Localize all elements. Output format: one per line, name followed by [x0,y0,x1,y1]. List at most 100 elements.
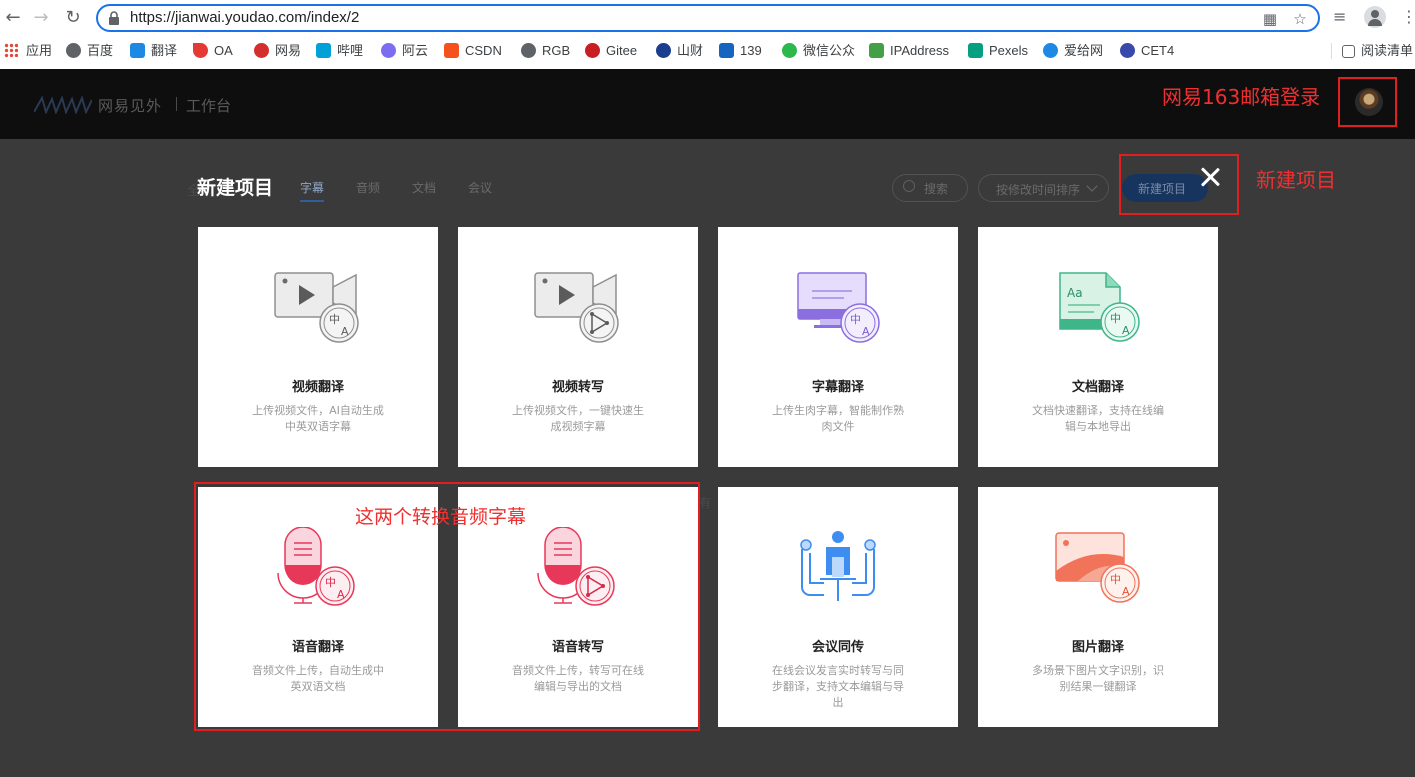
address-bar[interactable]: https://jianwai.youdao.com/index/2 ▦ ☆ [96,4,1320,32]
app-header: 网易见外 工作台 网易163邮箱登录 [0,69,1415,139]
bookmark-cet4[interactable]: CET4 [1120,41,1174,61]
card-title: 文档翻译 [1071,380,1124,395]
aliyun-icon [381,43,396,58]
background-text: 有 [699,496,712,510]
csdn-icon [444,43,459,58]
netease-icon [254,43,269,58]
svg-text:中: 中 [850,313,861,326]
card-title: 视频翻译 [291,380,344,395]
svg-text:A: A [1122,585,1130,598]
svg-text:中: 中 [329,313,340,326]
bookmark-apps[interactable]: 应用 [4,41,52,61]
image-translate-icon: 中 A [1055,532,1140,603]
bookmark-rgb[interactable]: RGB [521,41,570,61]
search-icon [903,180,915,192]
video-translate-icon: 中 A [274,272,359,343]
bookmark-shancai[interactable]: 山财 [656,41,703,61]
bookmark-star-icon[interactable]: ☆ [1292,11,1308,27]
globe-icon [521,43,536,58]
more-menu-icon[interactable]: ⋮ [1401,7,1415,27]
bookmark-baidu[interactable]: 百度 [66,41,113,61]
oa-icon [193,43,208,58]
tab-meeting[interactable]: 会议 [468,179,492,196]
card-description: 上传视频文件，AI自动生成中英双语字幕 [252,404,384,433]
tab-audio[interactable]: 音频 [356,179,380,196]
bookmark-aliyun[interactable]: 阿云 [381,41,428,61]
url-text: https://jianwai.youdao.com/index/2 [130,9,360,26]
card-meeting-interpret[interactable]: 会议同传 在线会议发言实时转写与同步翻译，支持文本编辑与导出 [718,487,958,727]
bookmark-csdn[interactable]: CSDN [444,41,502,61]
modal-title: 新建项目 [197,177,274,199]
bookmarks-bar: 应用 百度 翻译 OA 网易 哔哩 阿云 CSDN RGB Gitee 山财 1… [0,38,1415,64]
bookmark-aigei[interactable]: 爱给网 [1043,41,1103,61]
pexels-icon [968,43,983,58]
jianwai-logo-icon [34,96,92,114]
new-project-annotation: 新建项目 [1256,168,1336,192]
cet4-icon [1120,43,1135,58]
globe-icon [66,43,81,58]
meeting-interpret-icon [800,531,876,601]
card-description: 多场景下图片文字识别，识别结果一键翻译 [1032,664,1164,693]
document-translate-icon: Aa 中 A [1059,272,1140,342]
back-icon[interactable]: ← [2,7,24,29]
user-avatar[interactable] [1355,88,1383,116]
tab-document[interactable]: 文档 [412,179,436,196]
forward-icon[interactable]: → [30,7,52,29]
svg-text:中: 中 [1110,312,1121,325]
subtitle-translate-icon: 中 A [797,272,880,343]
chevron-down-icon [1086,180,1098,192]
bookmark-pexels[interactable]: Pexels [968,41,1028,61]
bookmark-139[interactable]: 139 [719,41,762,61]
card-description: 在线会议发言实时转写与同步翻译，支持文本编辑与导出 [772,664,904,709]
audio-annotation: 这两个转换音频字幕 [355,506,527,528]
search-input[interactable]: 搜索 [892,174,968,202]
svg-text:Aa: Aa [1067,286,1083,300]
workbench-link[interactable]: 工作台 [186,95,231,116]
close-icon[interactable] [1197,164,1223,190]
bookmark-fanyi[interactable]: 翻译 [130,41,177,61]
media-control-icon[interactable]: ≡ [1333,7,1346,27]
login-annotation-box [1338,77,1397,127]
card-description: 上传视频文件，一键快速生成视频字幕 [512,404,644,433]
card-subtitle-translate[interactable]: 中 A 字幕翻译 上传生肉字幕，智能制作熟肉文件 [718,227,958,467]
gitee-icon [585,43,600,58]
card-title: 字幕翻译 [811,380,864,395]
mail139-icon [719,43,734,58]
bookmark-gitee[interactable]: Gitee [585,41,637,61]
qr-code-icon[interactable]: ▦ [1262,11,1278,27]
ipaddress-icon [869,43,884,58]
wechat-icon [782,43,797,58]
card-title: 图片翻译 [1071,640,1124,655]
university-icon [656,43,671,58]
sort-dropdown[interactable]: 按修改时间排序 [978,174,1109,202]
tab-subtitle[interactable]: 字幕 [300,179,324,196]
login-annotation: 网易163邮箱登录 [1162,85,1321,109]
browser-chrome: ← → ↻ https://jianwai.youdao.com/index/2… [0,0,1415,69]
brand-divider [176,97,177,111]
bookmark-ipaddress[interactable]: IPAddress [869,41,949,61]
aigei-icon [1043,43,1058,58]
svg-text:A: A [1122,324,1130,337]
translate-icon [130,43,145,58]
reading-list-icon [1342,45,1355,58]
svg-text:A: A [341,325,349,338]
reading-list[interactable]: 阅读清单 [1342,41,1413,61]
card-title: 会议同传 [811,640,864,655]
card-description: 上传生肉字幕，智能制作熟肉文件 [772,404,904,433]
brand-name[interactable]: 网易见外 [98,95,162,116]
lock-icon [109,11,119,25]
bookmark-netease[interactable]: 网易 [254,41,301,61]
card-video-translate[interactable]: 中 A 视频翻译 上传视频文件，AI自动生成中英双语字幕 [198,227,438,467]
card-document-translate[interactable]: Aa 中 A 文档翻译 文档快速翻译，支持在线编辑与本地导出 [978,227,1218,467]
bilibili-icon [316,43,331,58]
profile-avatar[interactable] [1364,6,1386,28]
reload-icon[interactable]: ↻ [62,7,84,29]
bookmark-oa[interactable]: OA [193,41,233,61]
card-title: 视频转写 [551,380,604,395]
card-video-transcribe[interactable]: 视频转写 上传视频文件，一键快速生成视频字幕 [458,227,698,467]
bookmark-wechat[interactable]: 微信公众 [782,41,855,61]
bookmark-bilibili[interactable]: 哔哩 [316,41,363,61]
apps-grid-icon [4,43,18,57]
card-image-translate[interactable]: 中 A 图片翻译 多场景下图片文字识别，识别结果一键翻译 [978,487,1218,727]
bookmark-separator [1331,43,1332,59]
